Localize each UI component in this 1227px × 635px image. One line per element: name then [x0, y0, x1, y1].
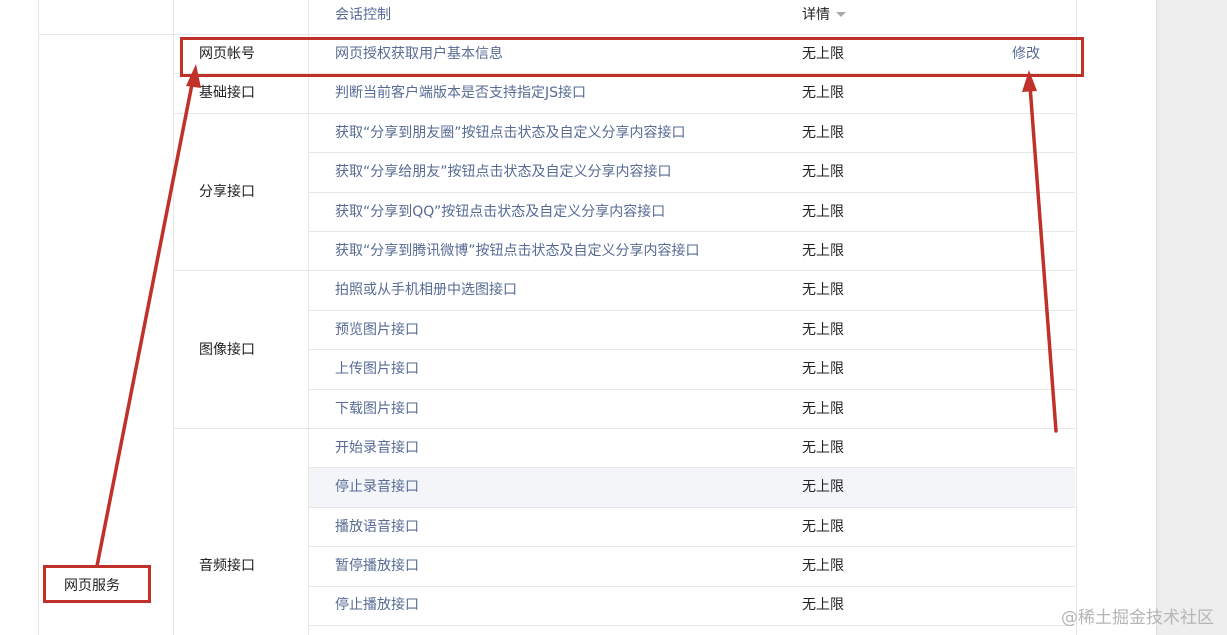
- api-link[interactable]: 拍照或从手机相册中选图接口: [335, 280, 517, 300]
- column-divider-group: [173, 0, 174, 635]
- api-link[interactable]: 停止录音接口: [335, 477, 419, 497]
- quota-value: 无上限: [802, 361, 844, 377]
- row-divider: [309, 152, 1075, 153]
- category-basic-api: 基础接口: [199, 85, 255, 101]
- row-divider: [309, 586, 1075, 587]
- api-link[interactable]: 停止播放接口: [335, 595, 419, 615]
- api-link[interactable]: 上传图片接口: [335, 359, 419, 379]
- highlight-box-web-service: [43, 565, 151, 603]
- quota-value: 无上限: [802, 479, 844, 495]
- row-divider: [309, 349, 1075, 350]
- quota-value: 无上限: [802, 519, 844, 535]
- api-link[interactable]: 开始录音接口: [335, 438, 419, 458]
- api-link[interactable]: 获取“分享给朋友”按钮点击状态及自定义分享内容接口: [335, 162, 672, 182]
- row-divider: [309, 389, 1075, 390]
- quota-value: 无上限: [802, 282, 844, 298]
- api-link[interactable]: 判断当前客户端版本是否支持指定JS接口: [335, 83, 586, 103]
- category-image-api: 图像接口: [199, 342, 255, 358]
- quota-value: 无上限: [802, 322, 844, 338]
- quota-value: 无上限: [802, 401, 844, 417]
- api-link-session-control[interactable]: 会话控制: [335, 5, 391, 25]
- category-audio-api: 音频接口: [199, 558, 255, 574]
- watermark: @稀土掘金技术社区: [1061, 608, 1214, 628]
- api-link[interactable]: 获取“分享到朋友圈”按钮点击状态及自定义分享内容接口: [335, 123, 686, 143]
- page-right-gutter: [1156, 0, 1227, 635]
- row-divider: [173, 428, 1075, 429]
- row-divider: [309, 192, 1075, 193]
- api-link[interactable]: 预览图片接口: [335, 320, 419, 340]
- quota-value: 无上限: [802, 440, 844, 456]
- details-label: 详情: [802, 7, 830, 23]
- api-permissions-page: 会话控制 详情 网页服务 网页帐号 基础接口 分享接口 图像接口 音频接口 网页…: [0, 0, 1227, 635]
- row-divider: [309, 546, 1075, 547]
- quota-value: 无上限: [802, 164, 844, 180]
- quota-value: 无上限: [802, 558, 844, 574]
- row-divider: [38, 34, 1075, 35]
- quota-value: 无上限: [802, 85, 844, 101]
- api-link[interactable]: 暂停播放接口: [335, 556, 419, 576]
- api-link[interactable]: 获取“分享到QQ”按钮点击状态及自定义分享内容接口: [335, 202, 665, 222]
- row-divider: [309, 625, 1075, 626]
- row-divider: [309, 507, 1075, 508]
- row-hover-highlight: [309, 468, 1075, 507]
- row-divider: [173, 113, 1075, 114]
- row-divider: [309, 467, 1075, 468]
- category-share-api: 分享接口: [199, 184, 255, 200]
- highlight-box-web-account-row: [180, 37, 1084, 77]
- quota-value: 无上限: [802, 597, 844, 613]
- chevron-down-icon: [836, 11, 846, 17]
- column-divider-category: [308, 0, 309, 635]
- row-divider: [173, 270, 1075, 271]
- api-link[interactable]: 获取“分享到腾讯微博”按钮点击状态及自定义分享内容接口: [335, 241, 700, 261]
- quota-value: 无上限: [802, 243, 844, 259]
- row-divider: [309, 310, 1075, 311]
- api-link[interactable]: 播放语音接口: [335, 517, 419, 537]
- api-link[interactable]: 下载图片接口: [335, 399, 419, 419]
- row-divider: [309, 231, 1075, 232]
- quota-value: 无上限: [802, 204, 844, 220]
- quota-value: 无上限: [802, 125, 844, 141]
- details-dropdown[interactable]: 详情: [802, 5, 846, 25]
